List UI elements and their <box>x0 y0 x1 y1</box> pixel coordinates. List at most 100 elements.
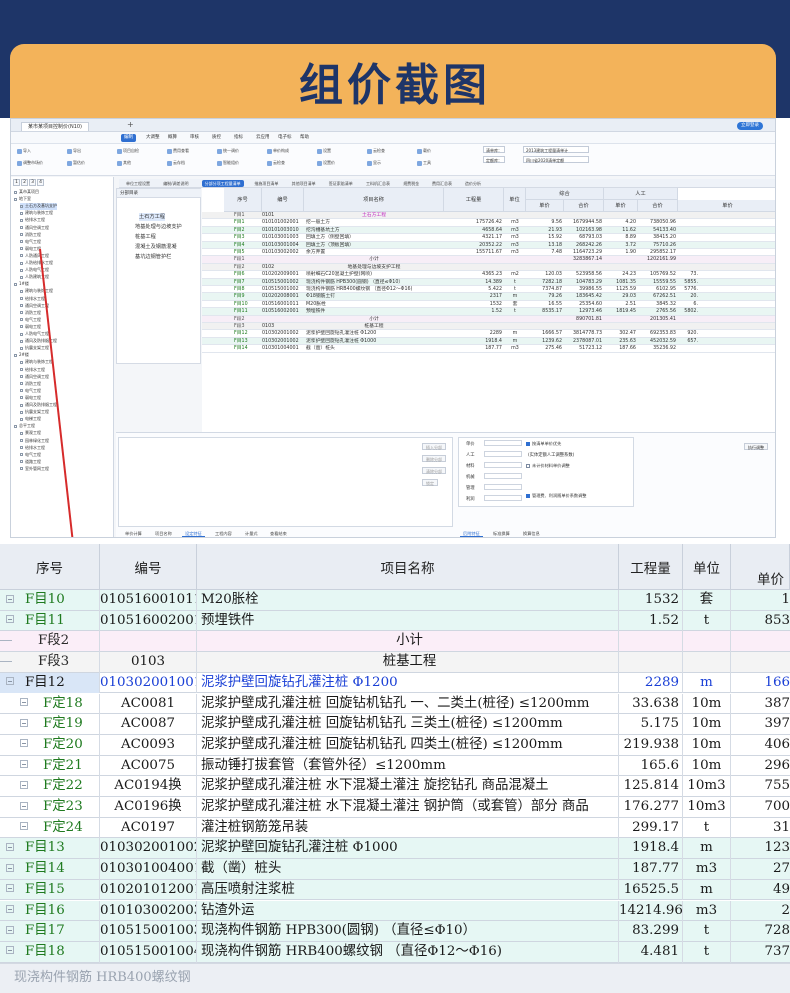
row-seq-cell[interactable]: F定20 <box>0 734 100 756</box>
mini-grid-row[interactable]: F段2 小计 890701.81 201305.41 <box>202 315 775 323</box>
menu-item[interactable]: 质控 <box>209 134 224 142</box>
section-item[interactable]: 地基处理与边坡支护 <box>135 223 182 231</box>
tree-node[interactable]: 电气工程 <box>20 239 41 245</box>
row-unit[interactable]: m <box>683 838 731 860</box>
login-button[interactable]: 立即登录 <box>737 122 763 130</box>
sheet-tab[interactable]: 单位工程设置 <box>123 180 153 187</box>
ribbon-button[interactable]: 统一调价 <box>217 148 239 154</box>
row-qty[interactable]: 1.52 <box>619 610 683 632</box>
row-name[interactable]: 灌注桩钢筋笼吊装 <box>197 817 619 839</box>
row-name[interactable]: M20胀栓 <box>197 590 619 611</box>
table-row[interactable]: F段2 小计 <box>0 631 790 653</box>
row-qty[interactable] <box>619 652 683 673</box>
row-name[interactable]: 现浇构件钢筋 HRB400螺纹钢 （直径Φ12～Φ16) <box>197 941 619 963</box>
row-qty[interactable]: 14214.96 <box>619 900 683 922</box>
menu-item[interactable]: 指标 <box>231 134 246 142</box>
mini-grid-row[interactable]: F目1 0101 土石方工程 <box>202 212 775 220</box>
menu-item[interactable]: 电子标 <box>275 134 295 142</box>
horizontal-scrollbar[interactable]: 现浇构件钢筋 HRB400螺纹钢 <box>0 963 790 993</box>
mini-col-header[interactable]: 项目名称 <box>304 188 444 212</box>
tree-node[interactable]: 人防电气工程 <box>20 267 49 273</box>
row-code[interactable]: AC0196换 <box>100 797 197 818</box>
tree-node[interactable]: 弱电工程 <box>20 395 41 401</box>
table-row[interactable]: F目15 010201012001 高压喷射注浆桩 16525.5 m 49 <box>0 879 790 901</box>
row-code[interactable]: AC0194换 <box>100 776 197 797</box>
detail-tab[interactable]: 设定特征 <box>182 530 205 537</box>
row-qty[interactable]: 165.6 <box>619 755 683 777</box>
ribbon-button[interactable]: 项目自检 <box>117 148 139 154</box>
menu-item[interactable]: 编制 <box>121 134 136 142</box>
expand-icon[interactable] <box>6 905 14 913</box>
mini-grid-row[interactable]: F段3 0103 桩基工程 <box>202 323 775 331</box>
row-unit[interactable] <box>683 652 731 673</box>
row-price[interactable]: 700 <box>731 797 790 818</box>
expand-icon[interactable] <box>6 677 14 686</box>
panel-button[interactable]: 锁定 <box>422 479 438 486</box>
col-header-unit[interactable]: 单位 <box>683 544 731 590</box>
expand-icon[interactable] <box>6 615 14 624</box>
row-unit[interactable]: m <box>683 879 731 901</box>
mini-grid-row[interactable]: F目2 010101003010 挖沟槽基坑土方 4658.64 m3 21.93 1021… <box>202 226 775 235</box>
row-unit[interactable] <box>683 631 731 653</box>
tree-node[interactable]: 土石方及基坑支护 <box>20 203 57 210</box>
tree-level-tab[interactable]: 3 <box>29 179 36 186</box>
table-row[interactable]: F目16 010103002003 钻渣外运 14214.96 m3 2 <box>0 900 790 922</box>
tree-node[interactable]: 人防电气工程 <box>20 331 49 337</box>
tree-node[interactable]: 某市某项目 <box>14 189 39 195</box>
table-row[interactable]: F定22 AC0194换 泥浆护壁成孔灌注桩 水下混凝土灌注 旋挖钻孔 商品混凝土 1… <box>0 776 790 797</box>
row-name[interactable]: 桩基工程 <box>197 652 619 673</box>
sheet-tab[interactable]: 费用汇总表 <box>429 180 455 187</box>
sheet-tab[interactable]: 签证索赔清单 <box>326 180 356 187</box>
col-header-price[interactable]: 单价 <box>731 544 790 590</box>
row-seq-cell[interactable]: F目10 <box>0 590 100 611</box>
expand-icon[interactable] <box>6 925 14 934</box>
tree-node[interactable]: 1#楼 <box>14 281 29 287</box>
row-name[interactable]: 振动锤打拔套管（套管外径）≤1200mm <box>197 755 619 777</box>
row-price[interactable]: 31 <box>731 818 790 839</box>
mini-col-header[interactable]: 工程量 <box>444 188 504 212</box>
row-name[interactable]: 泥浆护壁成孔灌注桩 水下混凝土灌注 钢护筒（或套管）部分 商品 <box>197 797 619 818</box>
row-price[interactable]: 49 <box>731 880 790 901</box>
expand-icon[interactable] <box>6 884 14 893</box>
tree-node[interactable]: 建筑与装饰工程 <box>20 210 53 216</box>
row-qty[interactable]: 1532 <box>619 590 683 611</box>
row-qty[interactable]: 33.638 <box>619 693 683 715</box>
row-price[interactable]: 2 <box>731 901 790 922</box>
row-qty[interactable]: 219.938 <box>619 734 683 756</box>
expand-icon[interactable] <box>20 822 28 831</box>
ribbon-button[interactable]: 云存档 <box>167 160 185 166</box>
tree-node[interactable]: 室外管网工程 <box>20 466 49 472</box>
mini-grid-row[interactable]: F目7 010515001002 现浇构件钢筋 HPB300(圆钢) （直径≤Φ10… <box>202 278 775 286</box>
mini-grid-row[interactable]: F目13 010302001002 泥浆护壁回旋钻孔灌注桩 Φ1000 1918.4 m… <box>202 337 775 346</box>
tree-level-tab[interactable]: 2 <box>21 179 28 186</box>
tree-node[interactable]: 园林绿化工程 <box>20 438 49 444</box>
row-name[interactable]: 预埋铁件 <box>197 610 619 632</box>
mini-col-header[interactable]: 编号 <box>262 188 304 212</box>
row-code[interactable]: 010516002001 <box>100 610 197 632</box>
row-code[interactable]: AC0093 <box>100 734 197 756</box>
row-price[interactable]: 166 <box>731 673 790 694</box>
tree-node[interactable]: 抗震支架工程 <box>20 345 49 351</box>
new-tab-icon[interactable]: + <box>127 120 134 129</box>
detail-tab[interactable]: 计量式 <box>242 530 261 537</box>
row-seq-cell[interactable]: F段2 <box>0 631 100 653</box>
ribbon-button[interactable]: 显示 <box>367 160 381 166</box>
row-seq-cell[interactable]: F目11 <box>0 610 100 632</box>
menu-item[interactable]: 审核 <box>187 134 202 142</box>
mini-grid-row[interactable]: F目6 010202009001 喷射细石C20混凝土护壁(网喷) 4365.23 m2… <box>202 271 775 279</box>
table-row[interactable]: F定19 AC0087 泥浆护壁成孔灌注桩 回旋钻机钻孔 三类土(桩径) ≤1200… <box>0 714 790 735</box>
expand-icon[interactable] <box>20 718 28 727</box>
adjust-field-input[interactable] <box>484 495 522 501</box>
mini-grid-row[interactable]: F目14 010301004001 截（凿）桩头 187.77 m3 275.46 5172… <box>202 345 775 353</box>
tree-node[interactable]: 电气工程 <box>20 452 41 458</box>
row-name[interactable]: 高压喷射注浆桩 <box>197 879 619 901</box>
row-price[interactable]: 737 <box>731 942 790 963</box>
row-name[interactable]: 泥浆护壁成孔灌注桩 回旋钻机钻孔 三类土(桩径) ≤1200mm <box>197 714 619 735</box>
tree-node[interactable]: 建筑与装饰工程 <box>20 359 53 365</box>
row-name[interactable]: 泥浆护壁成孔灌注桩 回旋钻机钻孔 一、二类土(桩径) ≤1200mm <box>197 693 619 715</box>
mini-grid-row[interactable]: F目12 010302001002 泥浆护壁回旋钻孔灌注桩 Φ1200 2289 m 16… <box>202 330 775 338</box>
expand-icon[interactable] <box>6 594 14 603</box>
expand-icon[interactable] <box>20 739 28 748</box>
adjust-checkbox[interactable]: 未计价材料单价调整 <box>526 463 570 469</box>
table-row[interactable]: F目17 010515001003 现浇构件钢筋 HPB300(圆钢) （直径≤Φ1… <box>0 921 790 942</box>
